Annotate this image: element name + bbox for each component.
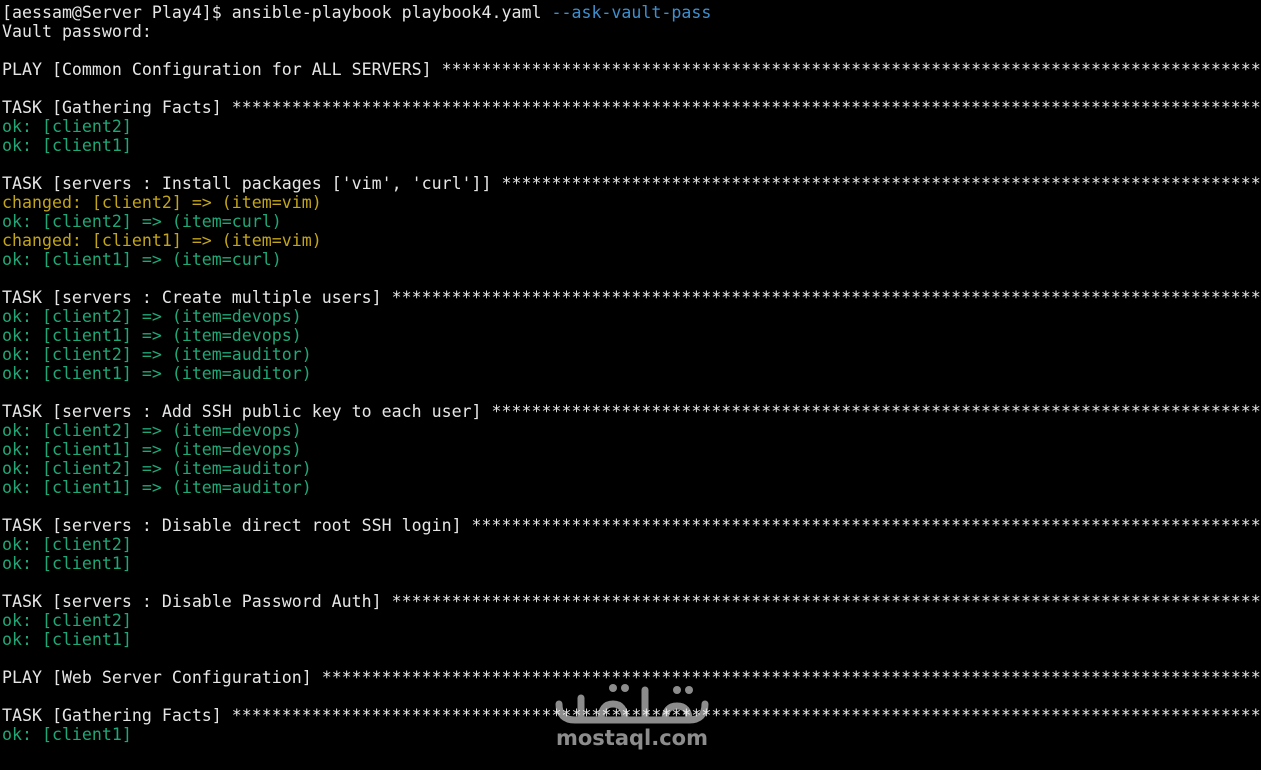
separator-stars: ****************************************… <box>321 668 1261 687</box>
result-ok: ok: [client2] <box>2 117 132 136</box>
result-ok: ok: [client1] => (item=devops) <box>2 326 302 345</box>
separator-stars: ****************************************… <box>391 288 1261 307</box>
header-text: TASK [servers : Disable Password Auth] <box>2 592 392 611</box>
mostaql-logo-icon <box>555 684 709 724</box>
result-ok: ok: [client1] => (item=auditor) <box>2 364 312 383</box>
task-header: TASK [servers : Create multiple users] *… <box>0 288 1261 307</box>
header-text: TASK [Gathering Facts] <box>2 706 232 725</box>
command-text: ansible-playbook playbook4.yaml <box>231 3 552 22</box>
header-text: TASK [Gathering Facts] <box>2 98 232 117</box>
result-ok: ok: [client1] => (item=auditor) <box>2 478 312 497</box>
header-text: TASK [servers : Install packages ['vim',… <box>2 174 502 193</box>
command-flag: --ask-vault-pass <box>551 3 712 22</box>
task-header: TASK [servers : Disable direct root SSH … <box>0 516 1261 535</box>
result-ok: ok: [client2] => (item=auditor) <box>2 345 312 364</box>
result-ok: ok: [client1] <box>2 630 132 649</box>
task-header: TASK [servers : Disable Password Auth] *… <box>0 592 1261 611</box>
result-ok: ok: [client1] => (item=curl) <box>2 250 282 269</box>
terminal-window[interactable]: [aessam@Server Play4]$ ansible-playbook … <box>0 0 1261 770</box>
result-ok: ok: [client1] => (item=devops) <box>2 440 302 459</box>
command-line: [aessam@Server Play4]$ ansible-playbook … <box>0 3 1261 22</box>
result-ok: ok: [client2] <box>2 535 132 554</box>
result-ok: ok: [client2] => (item=auditor) <box>2 459 312 478</box>
play-header: PLAY [Common Configuration for ALL SERVE… <box>0 60 1261 79</box>
separator-stars: ****************************************… <box>501 174 1261 193</box>
mostaql-watermark: mostaql.com <box>553 668 713 758</box>
separator-stars: ****************************************… <box>491 402 1261 421</box>
separator-stars: ****************************************… <box>231 98 1261 117</box>
result-changed: changed: [client1] => (item=vim) <box>2 231 322 250</box>
result-ok: ok: [client2] => (item=devops) <box>2 307 302 326</box>
shell-prompt: [aessam@Server Play4]$ <box>2 3 232 22</box>
separator-stars: ****************************************… <box>391 592 1261 611</box>
watermark-text: mostaql.com <box>556 726 708 750</box>
result-ok: ok: [client1] <box>2 136 132 155</box>
result-ok: ok: [client2] => (item=curl) <box>2 212 282 231</box>
header-text: PLAY [Web Server Configuration] <box>2 668 322 687</box>
playbook-output: PLAY [Common Configuration for ALL SERVE… <box>0 41 1261 744</box>
vault-password-prompt: Vault password: <box>2 22 152 41</box>
header-text: TASK [servers : Add SSH public key to ea… <box>2 402 492 421</box>
result-changed: changed: [client2] => (item=vim) <box>2 193 322 212</box>
header-text: TASK [servers : Create multiple users] <box>2 288 392 307</box>
separator-stars: ****************************************… <box>231 706 1261 725</box>
task-header: TASK [Gathering Facts] *****************… <box>0 98 1261 117</box>
separator-stars: ****************************************… <box>441 60 1261 79</box>
task-header: TASK [servers : Install packages ['vim',… <box>0 174 1261 193</box>
header-text: TASK [servers : Disable direct root SSH … <box>2 516 472 535</box>
separator-stars: ****************************************… <box>471 516 1261 535</box>
task-header: TASK [servers : Add SSH public key to ea… <box>0 402 1261 421</box>
result-ok: ok: [client2] <box>2 611 132 630</box>
result-ok: ok: [client1] <box>2 554 132 573</box>
result-ok: ok: [client2] => (item=devops) <box>2 421 302 440</box>
header-text: PLAY [Common Configuration for ALL SERVE… <box>2 60 442 79</box>
